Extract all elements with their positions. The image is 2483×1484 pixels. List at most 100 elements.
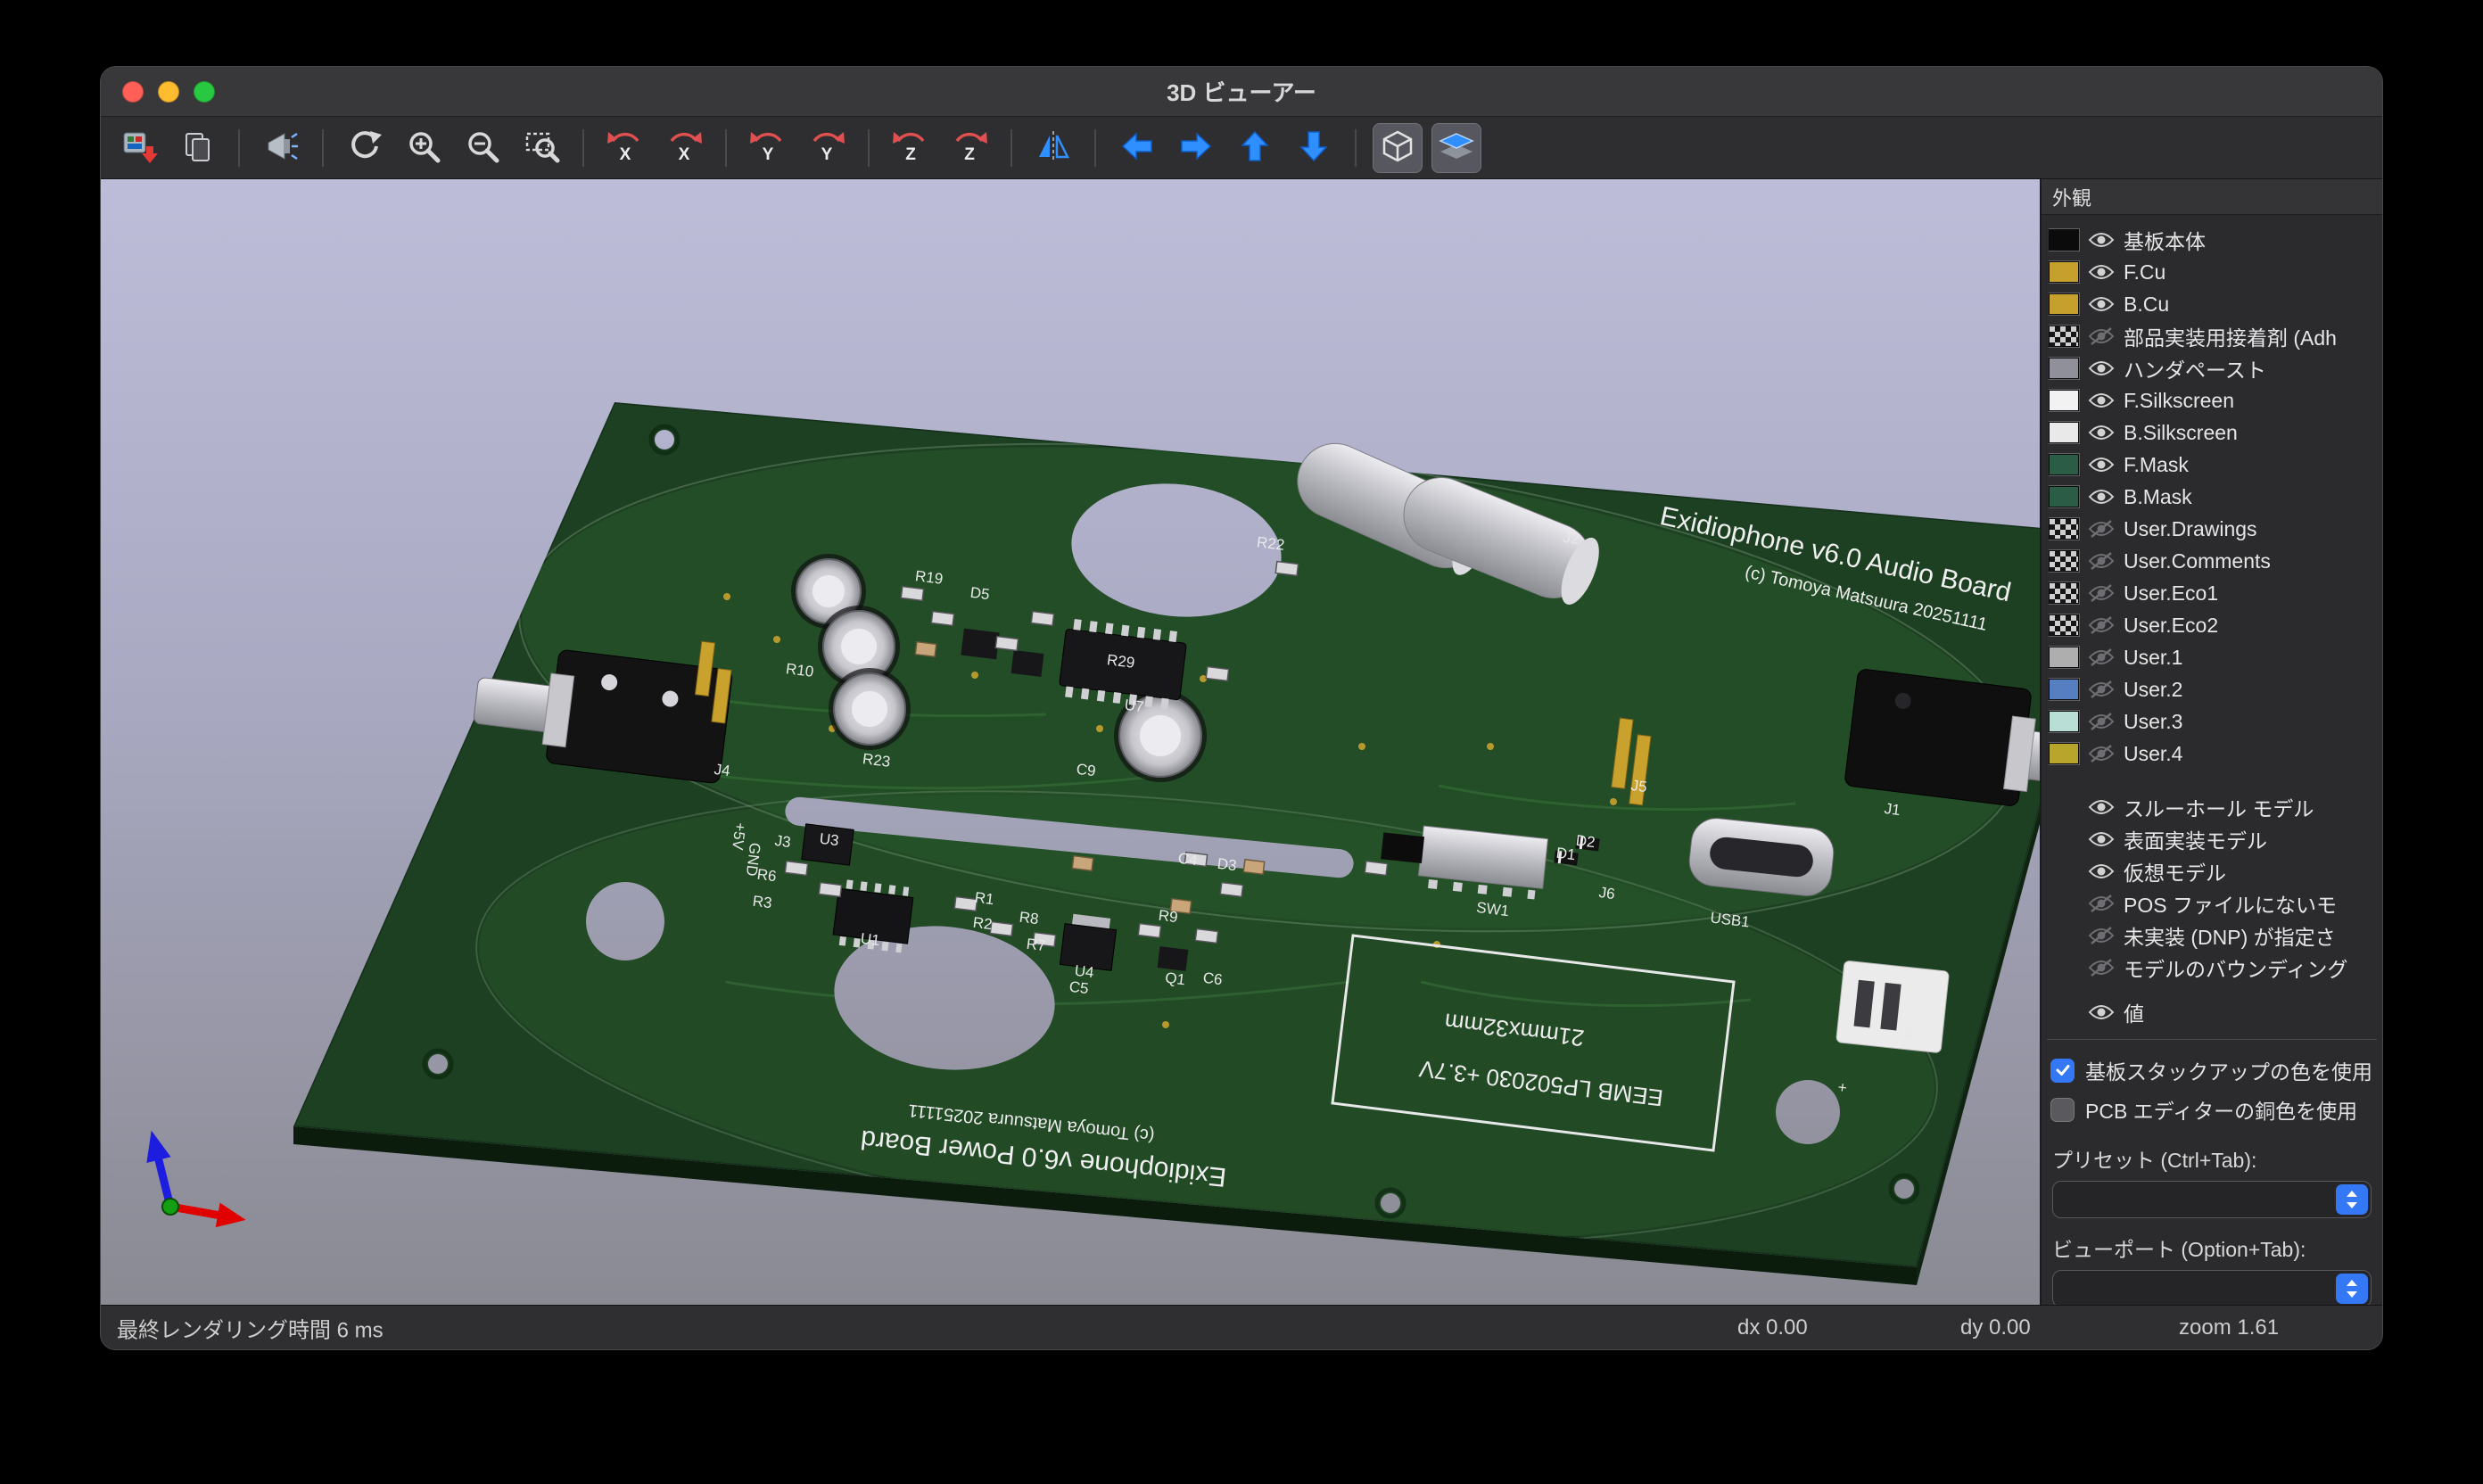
- rotate-y-cw-button[interactable]: Y: [802, 123, 852, 173]
- eye-off-icon[interactable]: [2086, 583, 2116, 603]
- eye-icon[interactable]: [2086, 262, 2116, 282]
- redraw-button[interactable]: [340, 123, 390, 173]
- eye-off-icon[interactable]: [2086, 744, 2116, 763]
- layer-color-swatch[interactable]: [2049, 614, 2079, 636]
- rotate-z-cw-button[interactable]: Z: [945, 123, 994, 173]
- eye-off-icon[interactable]: [2086, 519, 2116, 539]
- eye-icon[interactable]: [2086, 423, 2116, 442]
- preset-combobox[interactable]: [2052, 1181, 2372, 1218]
- layer-row[interactable]: B.Silkscreen: [2049, 416, 2379, 449]
- layer-row[interactable]: User.2: [2049, 673, 2379, 705]
- layer-color-swatch[interactable]: [2049, 422, 2079, 443]
- layer-color-swatch[interactable]: [2049, 550, 2079, 572]
- layer-row[interactable]: User.Drawings: [2049, 513, 2379, 545]
- layer-color-swatch[interactable]: [2049, 647, 2079, 668]
- layer-row[interactable]: F.Mask: [2049, 449, 2379, 481]
- layer-color-swatch[interactable]: [2049, 293, 2079, 315]
- layer-row[interactable]: User.Comments: [2049, 545, 2379, 577]
- model-option-row[interactable]: POS ファイルにないモ: [2049, 887, 2379, 919]
- checkbox-row[interactable]: 基板スタックアップの色を使用: [2042, 1051, 2382, 1090]
- layer-row[interactable]: User.Eco1: [2049, 577, 2379, 609]
- move-up-button[interactable]: [1230, 123, 1280, 173]
- layer-color-swatch[interactable]: [2049, 582, 2079, 604]
- rotate-x-cw-button[interactable]: X: [659, 123, 709, 173]
- minimize-button[interactable]: [158, 81, 179, 103]
- eye-icon[interactable]: [2086, 359, 2116, 378]
- layer-color-swatch[interactable]: [2049, 261, 2079, 283]
- model-option-row[interactable]: 表面実装モデル: [2049, 823, 2379, 855]
- layer-row[interactable]: User.4: [2049, 738, 2379, 770]
- rotate-y-ccw-button[interactable]: Y: [743, 123, 793, 173]
- eye-icon[interactable]: [2086, 1002, 2116, 1022]
- move-down-button[interactable]: [1289, 123, 1339, 173]
- rotate-z-ccw-button[interactable]: Z: [886, 123, 936, 173]
- zoom-in-button[interactable]: [399, 123, 449, 173]
- eye-off-icon[interactable]: [2086, 894, 2116, 913]
- model-option-row[interactable]: 仮想モデル: [2049, 855, 2379, 887]
- orthographic-projection-button[interactable]: [1373, 123, 1423, 173]
- eye-off-icon[interactable]: [2086, 551, 2116, 571]
- flip-board-button[interactable]: [1028, 123, 1078, 173]
- layer-row[interactable]: F.Silkscreen: [2049, 384, 2379, 416]
- eye-off-icon[interactable]: [2086, 647, 2116, 667]
- appearance-panel-button[interactable]: [1431, 123, 1481, 173]
- layer-color-swatch[interactable]: [2049, 679, 2079, 700]
- layer-color-swatch[interactable]: [2049, 711, 2079, 732]
- checkbox-row[interactable]: PCB エディターの銅色を使用: [2042, 1090, 2382, 1129]
- eye-icon[interactable]: [2086, 455, 2116, 474]
- model-option-row[interactable]: スルーホール モデル: [2049, 791, 2379, 823]
- export-board-image-button[interactable]: [113, 123, 163, 173]
- layer-color-swatch[interactable]: [2049, 743, 2079, 764]
- layer-color-swatch[interactable]: [2049, 229, 2079, 251]
- titlebar[interactable]: 3D ビューアー: [101, 67, 2382, 117]
- eye-off-icon[interactable]: [2086, 712, 2116, 731]
- layer-color-swatch[interactable]: [2049, 454, 2079, 475]
- copy-image-button[interactable]: [172, 123, 222, 173]
- viewport-combobox[interactable]: [2052, 1270, 2372, 1305]
- model-option-row[interactable]: 未実装 (DNP) が指定さ: [2049, 919, 2379, 952]
- layer-row[interactable]: 部品実装用接着剤 (Adh: [2049, 320, 2379, 352]
- layer-color-swatch[interactable]: [2049, 518, 2079, 540]
- raytracing-toggle-button[interactable]: [256, 123, 306, 173]
- layer-row[interactable]: User.Eco2: [2049, 609, 2379, 641]
- eye-icon[interactable]: [2086, 294, 2116, 314]
- model-option-row[interactable]: 値: [2049, 996, 2379, 1028]
- eye-icon[interactable]: [2086, 862, 2116, 881]
- model-option-row[interactable]: モデルのバウンディング: [2049, 952, 2379, 984]
- layer-color-swatch[interactable]: [2049, 358, 2079, 379]
- eye-icon[interactable]: [2086, 487, 2116, 507]
- layer-row[interactable]: User.3: [2049, 705, 2379, 738]
- layer-color-swatch[interactable]: [2049, 390, 2079, 411]
- checkbox-checked-icon[interactable]: [2050, 1059, 2075, 1083]
- move-left-button[interactable]: [1112, 123, 1162, 173]
- checkbox-unchecked-icon[interactable]: [2050, 1098, 2075, 1122]
- eye-off-icon[interactable]: [2086, 680, 2116, 699]
- eye-off-icon[interactable]: [2086, 615, 2116, 635]
- traffic-lights: [122, 67, 215, 116]
- stepper-icon[interactable]: [2336, 1274, 2368, 1304]
- close-button[interactable]: [122, 81, 144, 103]
- eye-off-icon[interactable]: [2086, 326, 2116, 346]
- eye-icon[interactable]: [2086, 797, 2116, 817]
- layer-row[interactable]: 基板本体: [2049, 224, 2379, 256]
- layer-row[interactable]: F.Cu: [2049, 256, 2379, 288]
- layer-color-swatch[interactable]: [2049, 486, 2079, 507]
- rotate-x-ccw-button[interactable]: X: [600, 123, 650, 173]
- layer-row[interactable]: User.1: [2049, 641, 2379, 673]
- eye-icon[interactable]: [2086, 391, 2116, 410]
- layer-row[interactable]: B.Cu: [2049, 288, 2379, 320]
- zoom-window-button[interactable]: [194, 81, 215, 103]
- stepper-icon[interactable]: [2336, 1184, 2368, 1215]
- model-option-label: モデルのバウンディング: [2124, 952, 2347, 983]
- eye-off-icon[interactable]: [2086, 958, 2116, 977]
- zoom-to-fit-button[interactable]: [516, 123, 566, 173]
- move-right-button[interactable]: [1171, 123, 1221, 173]
- layer-row[interactable]: B.Mask: [2049, 481, 2379, 513]
- 3d-viewport[interactable]: Exidiophone v6.0 Audio Board (c) Tomoya …: [101, 179, 2042, 1307]
- zoom-out-button[interactable]: [458, 123, 507, 173]
- eye-icon[interactable]: [2086, 829, 2116, 849]
- layer-row[interactable]: ハンダペースト: [2049, 352, 2379, 384]
- eye-off-icon[interactable]: [2086, 926, 2116, 945]
- eye-icon[interactable]: [2086, 230, 2116, 250]
- layer-color-swatch[interactable]: [2049, 326, 2079, 347]
